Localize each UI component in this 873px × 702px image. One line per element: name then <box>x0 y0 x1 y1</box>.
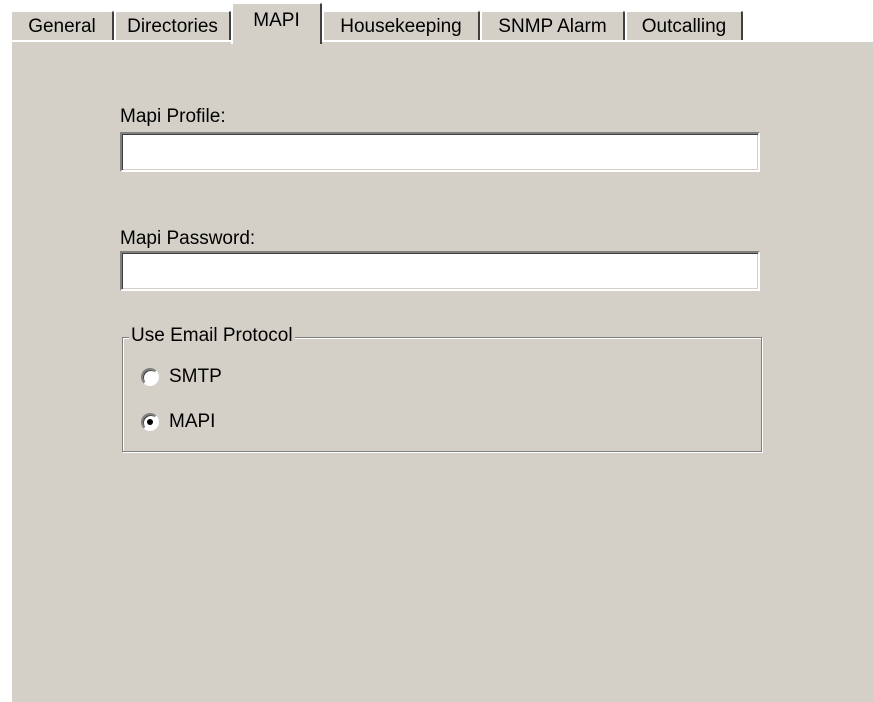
tab-general[interactable]: General <box>10 10 114 40</box>
smtp-radio-button[interactable] <box>141 368 159 386</box>
tab-snmp-alarm[interactable]: SNMP Alarm <box>480 10 625 40</box>
tab-housekeeping[interactable]: Housekeeping <box>322 10 480 40</box>
tab-mapi[interactable]: MAPI <box>231 2 322 44</box>
mapi-password-input[interactable] <box>120 251 760 291</box>
smtp-radio-label: SMTP <box>169 366 222 387</box>
radio-selected-dot-icon <box>147 419 153 425</box>
email-protocol-group: Use Email Protocol SMTP MAPI <box>122 325 762 452</box>
mapi-profile-label: Mapi Profile: <box>120 106 226 127</box>
tab-directories[interactable]: Directories <box>114 10 231 40</box>
mapi-radio-button[interactable] <box>141 413 159 431</box>
mapi-tab-panel: Mapi Profile: Mapi Password: Use Email P… <box>10 40 873 702</box>
mapi-radio-option[interactable]: MAPI <box>141 411 215 433</box>
tab-strip: General Directories MAPI Housekeeping SN… <box>0 0 873 44</box>
email-protocol-group-title: Use Email Protocol <box>129 325 295 347</box>
mapi-password-label: Mapi Password: <box>120 228 256 249</box>
mapi-radio-label: MAPI <box>169 411 216 432</box>
mapi-profile-input[interactable] <box>120 132 760 172</box>
smtp-radio-option[interactable]: SMTP <box>141 366 222 388</box>
tab-outcalling[interactable]: Outcalling <box>625 10 743 40</box>
